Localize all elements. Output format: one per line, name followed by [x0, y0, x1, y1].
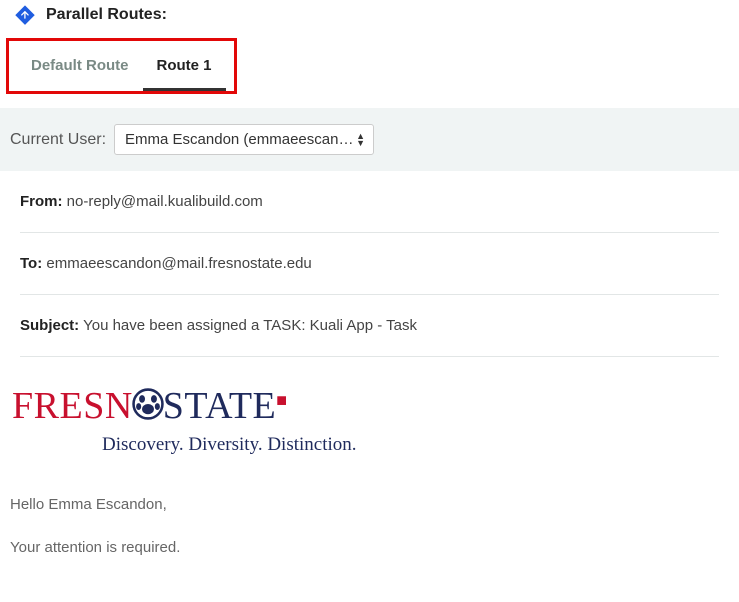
tabs-highlight-box: Default Route Route 1	[6, 38, 237, 94]
logo-dot-icon: ■	[276, 390, 287, 410]
email-body-line: Your attention is required.	[10, 539, 729, 556]
email-greeting: Hello Emma Escandon,	[10, 496, 729, 513]
current-user-bar: Current User: Emma Escandon (emmaeescan……	[0, 108, 739, 171]
current-user-select[interactable]: Emma Escandon (emmaeescan… ▲▼	[114, 124, 374, 155]
email-body: Hello Emma Escandon, Your attention is r…	[0, 466, 739, 602]
logo-text-fresn: FRESN	[12, 385, 133, 427]
email-subject-row: Subject: You have been assigned a TASK: …	[20, 295, 719, 357]
page-title: Parallel Routes:	[46, 6, 167, 24]
email-from-label: From:	[20, 193, 63, 210]
tab-route-1[interactable]: Route 1	[143, 47, 226, 91]
email-from-row: From: no-reply@mail.kualibuild.com	[20, 171, 719, 233]
email-to-value: emmaeescandon@mail.fresnostate.edu	[46, 255, 311, 272]
logo-tagline: Discovery. Diversity. Distinction.	[102, 434, 727, 456]
select-caret-icon: ▲▼	[356, 133, 365, 147]
logo-text-state: STATE	[163, 385, 276, 427]
email-from-value: no-reply@mail.kualibuild.com	[67, 193, 263, 210]
fresno-state-logo: FRESN STATE■ Discovery. Diversity. Distin…	[0, 357, 739, 466]
current-user-label: Current User:	[10, 131, 106, 149]
email-to-row: To: emmaeescandon@mail.fresnostate.edu	[20, 233, 719, 295]
email-to-label: To:	[20, 255, 42, 272]
tab-default-route[interactable]: Default Route	[17, 47, 143, 91]
current-user-value: Emma Escandon (emmaeescan…	[125, 131, 353, 148]
email-subject-label: Subject:	[20, 317, 79, 334]
route-tabs: Default Route Route 1	[9, 41, 234, 91]
email-subject-value: You have been assigned a TASK: Kuali App…	[83, 317, 417, 334]
paw-icon	[131, 387, 165, 428]
parallel-routes-icon	[14, 4, 36, 26]
email-header-section: From: no-reply@mail.kualibuild.com To: e…	[0, 171, 739, 357]
